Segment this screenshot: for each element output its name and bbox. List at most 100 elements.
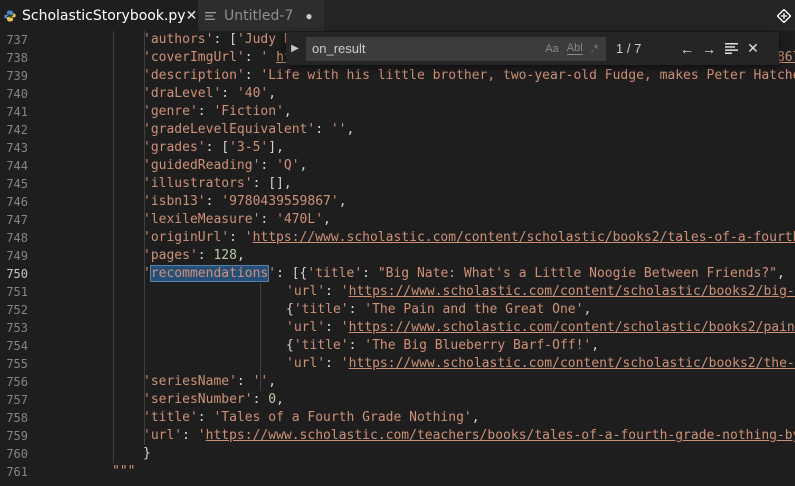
code-token: 'gradeLevelEquivalent' bbox=[143, 122, 316, 137]
match-case-icon[interactable]: Aa bbox=[545, 43, 558, 55]
code-token: , bbox=[338, 194, 347, 209]
code-line[interactable]: 756 'seriesName': '', bbox=[0, 373, 795, 391]
code-token: 'seriesNumber' bbox=[143, 392, 253, 407]
line-number: 754 bbox=[6, 339, 28, 353]
code-token: : bbox=[236, 374, 253, 389]
line-number: 751 bbox=[6, 285, 28, 299]
code-token: '470L' bbox=[276, 212, 324, 227]
code-token: , bbox=[268, 86, 277, 101]
code-token: ' bbox=[340, 320, 349, 335]
code-token: 'isbn13' bbox=[143, 194, 206, 209]
code-token: 'The Pain and the Great One' bbox=[364, 302, 584, 317]
previous-match-arrow-icon[interactable]: ← bbox=[676, 41, 698, 57]
code-token: , bbox=[323, 212, 331, 227]
code-line[interactable]: 743 'grades': ['3-5'], bbox=[0, 139, 795, 157]
code-token: 'originUrl' bbox=[143, 230, 230, 245]
code-token: : bbox=[182, 428, 198, 443]
code-token: : bbox=[229, 230, 245, 245]
code-line[interactable]: 750'recommendations': [{'title': "Big Na… bbox=[0, 265, 795, 283]
text-file-icon bbox=[202, 11, 218, 21]
toggle-replace-chevron-icon[interactable]: ▶ bbox=[286, 43, 304, 54]
find-in-selection-icon[interactable] bbox=[720, 43, 742, 54]
code-token: , bbox=[283, 104, 292, 119]
code-token: 'Fiction' bbox=[213, 104, 284, 119]
code-text: 'draLevel': '40', bbox=[143, 85, 276, 103]
open-changes-icon[interactable] bbox=[773, 0, 795, 31]
code-line[interactable]: 747 'lexileMeasure': '470L', bbox=[0, 211, 795, 229]
code-line[interactable]: 748 'originUrl': 'https://www.scholastic.… bbox=[0, 229, 795, 247]
line-number: 761 bbox=[6, 465, 28, 479]
code-token: 'description' bbox=[143, 68, 245, 83]
code-text: 'url': 'https://www.scholastic.com/teach… bbox=[143, 427, 795, 445]
code-token: 'illustrators' bbox=[143, 176, 253, 191]
line-number: 744 bbox=[6, 159, 28, 173]
code-line[interactable]: 761 """ bbox=[0, 463, 795, 481]
code-line[interactable]: 759 'url': 'https://www.scholastic.com/te… bbox=[0, 427, 795, 445]
code-line[interactable]: 752 {'title': 'The Pain and the Great One… bbox=[0, 301, 795, 319]
code-line[interactable]: 755 'url': 'https://www.scholastic.com/co… bbox=[0, 355, 795, 373]
find-widget: ▶ on_result Aa Abl .* 1 / 7 ← → ✕ bbox=[286, 32, 779, 65]
next-match-arrow-icon[interactable]: → bbox=[698, 41, 720, 57]
line-number: 760 bbox=[6, 447, 28, 461]
code-line[interactable]: 739 'description': 'Life with his little … bbox=[0, 67, 795, 85]
code-text: 'lexileMeasure': '470L', bbox=[143, 211, 331, 229]
code-editor[interactable]: 737'authors': ['Judy Blume'],738'coverIm… bbox=[0, 31, 795, 486]
line-number: 749 bbox=[6, 249, 28, 263]
tab-label: ScholasticStorybook.py bbox=[22, 7, 186, 24]
code-line[interactable]: 751 'url': 'https://www.scholastic.com/co… bbox=[0, 283, 795, 301]
code-token: , bbox=[268, 374, 277, 389]
code-token: , bbox=[346, 122, 355, 137]
code-token: ' bbox=[268, 266, 277, 281]
code-line[interactable]: 746 'isbn13': '9780439559867', bbox=[0, 193, 795, 211]
line-number: 747 bbox=[6, 213, 28, 227]
code-token: '' bbox=[252, 374, 269, 389]
url-link[interactable]: https://www.scholastic.com/content/schol… bbox=[253, 230, 795, 245]
regex-icon[interactable]: .* bbox=[591, 43, 598, 55]
match-count: 1 / 7 bbox=[616, 41, 642, 56]
code-token: ' bbox=[340, 356, 349, 371]
code-line[interactable]: 753 'url': 'https://www.scholastic.com/co… bbox=[0, 319, 795, 337]
code-token: 'title' bbox=[143, 410, 198, 425]
code-token: 'url' bbox=[286, 356, 326, 371]
code-token: 'title' bbox=[307, 266, 363, 281]
url-link[interactable]: https://www.scholastic.com/teachers/book… bbox=[206, 428, 795, 443]
code-line[interactable]: 745 'illustrators': [], bbox=[0, 175, 795, 193]
tab-untitled-7[interactable]: Untitled-7 ● bbox=[197, 0, 324, 31]
code-line[interactable]: 742 'gradeLevelEquivalent': '', bbox=[0, 121, 795, 139]
url-link[interactable]: https://www.scholastic.com/content/schol… bbox=[349, 284, 795, 299]
code-text: 'url': 'https://www.scholastic.com/conte… bbox=[286, 355, 795, 373]
code-line[interactable]: 760} bbox=[0, 445, 795, 463]
code-text: {'title': 'The Pain and the Great One', bbox=[286, 301, 591, 319]
code-token: , bbox=[591, 338, 600, 353]
find-input[interactable]: on_result Aa Abl .* bbox=[306, 36, 606, 61]
unsaved-dot-icon[interactable]: ● bbox=[302, 9, 316, 23]
code-token: : bbox=[362, 266, 378, 281]
code-line[interactable]: 749 'pages': 128, bbox=[0, 247, 795, 265]
tab-scholastic-storybook[interactable]: ScholasticStorybook.py ✕ bbox=[0, 0, 197, 31]
code-token: 'url' bbox=[143, 428, 183, 443]
url-link[interactable]: https://www.scholastic.com/content/schol… bbox=[349, 320, 795, 335]
line-number: 745 bbox=[6, 177, 28, 191]
close-icon[interactable]: ✕ bbox=[186, 7, 198, 24]
code-token: '3-5' bbox=[229, 140, 269, 155]
code-line[interactable]: 758 'title': 'Tales of a Fourth Grade Not… bbox=[0, 409, 795, 427]
whole-word-icon[interactable]: Abl bbox=[566, 42, 583, 55]
code-text: 'seriesNumber': 0, bbox=[143, 391, 284, 409]
code-text: 'url': 'https://www.scholastic.com/conte… bbox=[286, 283, 795, 301]
code-line[interactable]: 741 'genre': 'Fiction', bbox=[0, 103, 795, 121]
url-link[interactable]: https://www.scholastic.com/content/schol… bbox=[349, 356, 795, 371]
line-number: 737 bbox=[6, 33, 28, 47]
code-token: , bbox=[777, 266, 785, 281]
code-token: 'url' bbox=[286, 320, 326, 335]
code-line[interactable]: 757 'seriesNumber': 0, bbox=[0, 391, 795, 409]
tab-bar-spacer bbox=[324, 0, 773, 31]
code-token: ' bbox=[260, 50, 277, 65]
close-find-icon[interactable]: ✕ bbox=[742, 40, 764, 57]
code-text: 'description': 'Life with his little bro… bbox=[143, 67, 795, 85]
code-token: : bbox=[260, 212, 277, 227]
line-number: 738 bbox=[6, 51, 28, 65]
code-line[interactable]: 744 'guidedReading': 'Q', bbox=[0, 157, 795, 175]
code-line[interactable]: 740 'draLevel': '40', bbox=[0, 85, 795, 103]
code-line[interactable]: 754 {'title': 'The Big Blueberry Barf-Off… bbox=[0, 337, 795, 355]
code-token: 'guidedReading' bbox=[143, 158, 261, 173]
